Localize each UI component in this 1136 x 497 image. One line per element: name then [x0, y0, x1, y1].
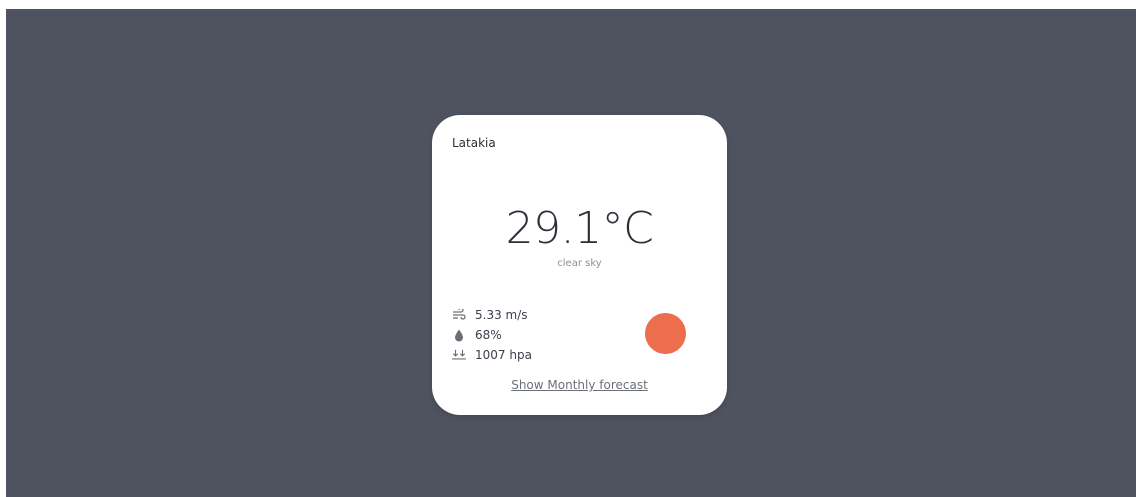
humidity-value: 68% [475, 328, 502, 342]
humidity-stat: 68% [452, 325, 532, 345]
wind-icon [452, 308, 466, 322]
pressure-value: 1007 hpa [475, 348, 532, 362]
wind-speed: 5.33 m/s [475, 308, 528, 322]
weather-card: Latakia 29.1°C clear sky 5.33 m/s 68% 10… [432, 115, 727, 415]
monthly-forecast-link[interactable]: Show Monthly forecast [432, 378, 727, 392]
droplet-icon [452, 328, 466, 342]
weather-description: clear sky [557, 258, 602, 269]
page-background: Latakia 29.1°C clear sky 5.33 m/s 68% 10… [6, 9, 1136, 497]
weather-stats: 5.33 m/s 68% 1007 hpa [452, 305, 532, 365]
wind-stat: 5.33 m/s [452, 305, 532, 325]
pressure-stat: 1007 hpa [452, 345, 532, 365]
city-name: Latakia [452, 136, 496, 150]
pressure-icon [452, 348, 466, 362]
temperature: 29.1°C [505, 203, 654, 254]
sun-icon [645, 313, 686, 354]
